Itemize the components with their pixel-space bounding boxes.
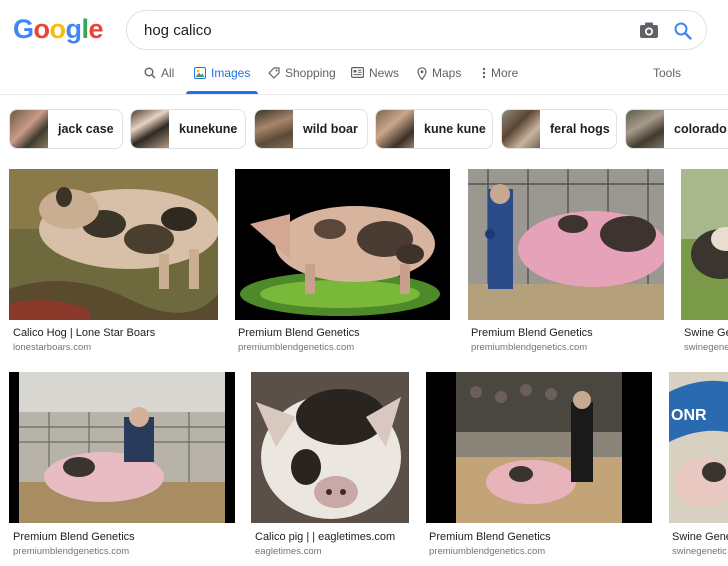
chip-wild-boar[interactable]: wild boar	[254, 109, 368, 149]
chip-label: jack case	[58, 122, 114, 136]
result-title[interactable]: Calico pig | | eagletimes.com	[255, 531, 409, 543]
search-icon	[144, 67, 156, 79]
result-source[interactable]: eagletimes.com	[255, 546, 409, 557]
result-image[interactable]	[9, 169, 218, 320]
result-image[interactable]	[251, 372, 409, 523]
result-title[interactable]: Premium Blend Genetics	[13, 531, 235, 543]
result-source[interactable]: swinegene	[684, 342, 728, 353]
result-source[interactable]: premiumblendgenetics.com	[471, 342, 664, 353]
chip-thumbnail	[255, 110, 293, 148]
result-title[interactable]: Swine Ge	[684, 327, 728, 339]
chip-label: kune kune	[424, 122, 486, 136]
news-icon	[351, 67, 364, 78]
chip-label: feral hogs	[550, 122, 610, 136]
camera-icon[interactable]	[640, 22, 658, 38]
tab-all[interactable]: All	[144, 66, 174, 94]
search-icon[interactable]	[673, 21, 693, 41]
search-box[interactable]: hog calico	[126, 10, 707, 50]
google-images-page: Google hog calico All Images Shopping Ne…	[0, 0, 728, 566]
result-source[interactable]: premiumblendgenetics.com	[13, 546, 235, 557]
chip-thumbnail	[502, 110, 540, 148]
result-image[interactable]	[9, 372, 235, 523]
tab-maps[interactable]: Maps	[417, 66, 461, 94]
tab-more[interactable]: More	[482, 66, 518, 94]
result-image[interactable]	[235, 169, 450, 320]
chip-label: colorado	[674, 122, 727, 136]
tab-shopping[interactable]: Shopping	[268, 66, 336, 94]
svg-text:ONR: ONR	[671, 407, 707, 424]
result-image[interactable]	[468, 169, 664, 320]
result-source[interactable]: swinegenetic	[672, 546, 728, 557]
result-image[interactable]: ONR	[669, 372, 728, 523]
result-image[interactable]	[681, 169, 728, 320]
chip-kunekune[interactable]: kunekune	[130, 109, 246, 149]
tools-button[interactable]: Tools	[653, 66, 681, 94]
tab-images[interactable]: Images	[185, 66, 259, 94]
result-title[interactable]: Swine Genet	[672, 531, 728, 543]
tab-label: News	[369, 66, 400, 80]
google-logo[interactable]: Google	[13, 14, 104, 45]
related-chips: jack case kunekune wild boar kune kune f…	[9, 109, 728, 149]
map-pin-icon	[417, 67, 427, 80]
image-icon	[194, 67, 206, 79]
tab-label: Images	[211, 66, 251, 80]
result-title[interactable]: Premium Blend Genetics	[429, 531, 652, 543]
result-image[interactable]	[426, 372, 652, 523]
chip-feral-hogs[interactable]: feral hogs	[501, 109, 617, 149]
tab-news[interactable]: News	[351, 66, 399, 94]
result-title[interactable]: Premium Blend Genetics	[471, 327, 664, 339]
result-source[interactable]: premiumblendgenetics.com	[238, 342, 450, 353]
tab-label: Tools	[653, 66, 682, 80]
tab-label: Maps	[432, 66, 462, 80]
result-source[interactable]: premiumblendgenetics.com	[429, 546, 652, 557]
chip-colorado[interactable]: colorado	[625, 109, 728, 149]
chip-label: kunekune	[179, 122, 238, 136]
chip-thumbnail	[10, 110, 48, 148]
tab-label: Shopping	[285, 66, 336, 80]
chip-kune-kune[interactable]: kune kune	[375, 109, 493, 149]
tab-label: All	[161, 66, 175, 80]
search-query[interactable]: hog calico	[144, 22, 212, 39]
result-title[interactable]: Calico Hog | Lone Star Boars	[13, 327, 218, 339]
header-divider	[0, 94, 728, 95]
result-title[interactable]: Premium Blend Genetics	[238, 327, 450, 339]
chip-jack-case[interactable]: jack case	[9, 109, 123, 149]
result-source[interactable]: lonestarboars.com	[13, 342, 218, 353]
chip-label: wild boar	[303, 122, 358, 136]
tag-icon	[268, 67, 280, 79]
chip-thumbnail	[131, 110, 169, 148]
tab-label: More	[491, 66, 519, 80]
search-tabs: All Images Shopping News Maps More Tools	[0, 60, 728, 94]
chip-thumbnail	[376, 110, 414, 148]
chip-thumbnail	[626, 110, 664, 148]
more-vertical-icon	[482, 67, 486, 79]
